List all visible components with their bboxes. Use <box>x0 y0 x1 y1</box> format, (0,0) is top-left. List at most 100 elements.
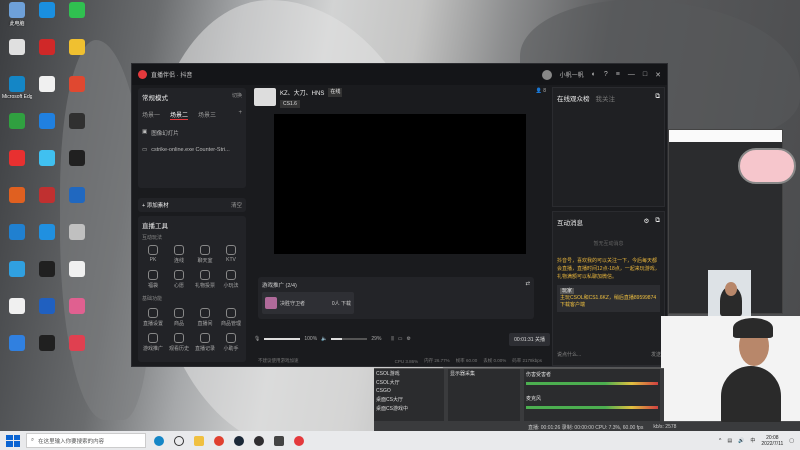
chevron-up-icon[interactable]: ^ <box>719 438 721 444</box>
desktop-icon[interactable] <box>62 298 92 332</box>
equalizer-icon[interactable]: ⫼ <box>391 336 393 342</box>
settings-icon[interactable]: ⚙ <box>406 336 410 342</box>
steam-icon[interactable] <box>234 435 244 446</box>
title-bar[interactable]: 直播伴侣 · 抖音 小帆一帆 ◐ ? ≡ — □ ✕ <box>132 64 667 85</box>
desktop-icon[interactable] <box>2 298 32 332</box>
stream-preview[interactable] <box>274 114 526 254</box>
tool-item[interactable]: 观看历史 <box>166 333 192 352</box>
live-companion-icon[interactable] <box>294 435 304 446</box>
desktop-icon[interactable] <box>62 76 92 110</box>
category-tag[interactable]: CS1.6 <box>280 100 300 108</box>
desktop-icon[interactable] <box>62 261 92 295</box>
mic-volume-slider[interactable] <box>264 338 301 340</box>
windows-start-icon[interactable] <box>6 434 20 447</box>
network-icon[interactable]: ▤ <box>727 438 732 444</box>
avatar[interactable] <box>541 69 552 80</box>
settings-icon[interactable]: ⚙ <box>644 217 650 227</box>
desktop-icon[interactable] <box>32 39 62 73</box>
desktop-icon[interactable] <box>62 113 92 147</box>
desktop-icon[interactable] <box>2 113 32 147</box>
desktop-icon[interactable]: 此电脑 <box>2 2 32 36</box>
obs-icon[interactable] <box>254 435 264 446</box>
desktop-icon[interactable] <box>32 2 62 36</box>
camera-icon[interactable]: ▭ <box>398 336 403 342</box>
obs-scene-item[interactable]: 桌面CS大厅 <box>374 395 444 404</box>
obs-scene-item[interactable]: 桌面CS游戏中 <box>374 404 444 413</box>
maximize-icon[interactable]: □ <box>643 71 647 78</box>
obs-scene-list[interactable]: CSOL游戏 CSOL大厅 CSGO 桌面CS大厅 桌面CS游戏中 <box>374 369 444 421</box>
send-button[interactable]: 发送 <box>651 351 661 361</box>
clear-button[interactable]: 清空 <box>231 201 242 209</box>
desktop-icon[interactable] <box>2 261 32 295</box>
desktop-icon[interactable] <box>32 76 62 110</box>
tab-fans[interactable]: 我关注 <box>596 93 616 103</box>
streamer-avatar[interactable] <box>254 88 276 106</box>
tool-item[interactable]: 直播记录 <box>192 333 218 352</box>
close-icon[interactable]: ✕ <box>655 71 661 79</box>
chrome-icon[interactable] <box>214 435 224 446</box>
desktop-icon[interactable] <box>62 224 92 258</box>
notification-icon[interactable]: ▢ <box>789 438 794 444</box>
obs-scene-item[interactable]: CSOL游戏 <box>374 369 444 378</box>
obs-source-list[interactable]: 显示器采集 <box>448 369 520 421</box>
desktop-icon[interactable] <box>32 335 62 369</box>
tool-item[interactable]: 连线 <box>166 245 192 264</box>
menu-icon[interactable]: ≡ <box>616 71 620 78</box>
language-indicator[interactable]: 中 <box>750 437 755 444</box>
tool-item[interactable]: 商品 <box>166 308 192 327</box>
swap-icon[interactable]: ⇄ <box>525 281 530 289</box>
game-icon[interactable] <box>274 435 284 446</box>
tool-item[interactable]: 心愿 <box>166 270 192 289</box>
desktop-icon[interactable] <box>62 150 92 184</box>
tool-item[interactable]: 小助手 <box>218 333 244 352</box>
tab-scene-3[interactable]: 场景三 <box>198 110 216 120</box>
desktop-icon[interactable] <box>32 150 62 184</box>
speaker-volume-slider[interactable] <box>331 338 368 340</box>
help-icon[interactable]: ? <box>604 71 608 78</box>
desktop-icon[interactable] <box>32 113 62 147</box>
source-row[interactable]: ▭ cstrike-online.exe Counter-Stri... <box>138 142 246 158</box>
obs-scene-item[interactable]: CSGO <box>374 387 444 395</box>
add-scene-icon[interactable]: + <box>238 110 242 120</box>
end-live-button[interactable]: 00:01:31 关播 <box>509 332 550 346</box>
desktop-icon[interactable] <box>2 150 32 184</box>
speaker-icon[interactable]: 🔈 <box>321 336 327 342</box>
popout-icon[interactable]: ⧉ <box>655 93 660 103</box>
desktop-icon[interactable] <box>2 335 32 369</box>
desktop-icon[interactable] <box>62 2 92 36</box>
mode-switch-button[interactable]: 切换 <box>232 92 242 102</box>
volume-icon[interactable]: 🔊 <box>738 438 744 444</box>
desktop-icon[interactable] <box>32 224 62 258</box>
tool-item[interactable]: 商品管理 <box>218 308 244 327</box>
tool-item[interactable]: KTV <box>218 245 244 264</box>
source-row[interactable]: ▣ 图像幻灯片 <box>138 124 246 142</box>
explorer-icon[interactable] <box>194 435 204 446</box>
tab-audience[interactable]: 在线观众榜 <box>557 93 590 103</box>
mic-icon[interactable]: 🎙 <box>254 336 260 342</box>
desktop-icon[interactable] <box>32 261 62 295</box>
obs-scene-item[interactable]: CSOL大厅 <box>374 378 444 387</box>
desktop-icon[interactable] <box>2 224 32 258</box>
username[interactable]: 小帆一帆 <box>560 70 584 79</box>
edge-icon[interactable] <box>154 435 164 446</box>
desktop-icon[interactable] <box>62 335 92 369</box>
headset-icon[interactable]: ◐ <box>592 71 596 78</box>
promo-game-item[interactable]: 决胜守卫者 0人 下载 <box>262 292 354 314</box>
desktop-icon[interactable]: Microsoft Edge <box>2 76 32 110</box>
desktop-icon[interactable] <box>32 187 62 221</box>
desktop-icon[interactable] <box>62 39 92 73</box>
live-companion-window[interactable]: 直播伴侣 · 抖音 小帆一帆 ◐ ? ≡ — □ ✕ 常规模式 切换 场景一 场… <box>131 63 668 367</box>
chat-input[interactable]: 说点什么... 发送 <box>557 351 661 361</box>
clock[interactable]: 20:08 2022/7/11 <box>761 435 783 447</box>
tool-item[interactable]: 小玩法 <box>218 270 244 289</box>
task-view-icon[interactable] <box>174 435 184 446</box>
tool-item[interactable]: 聊天室 <box>192 245 218 264</box>
add-source-button[interactable]: + 添加素材 <box>142 201 169 209</box>
tool-item[interactable]: 游戏推广 <box>140 333 166 352</box>
minimize-icon[interactable]: — <box>628 71 635 78</box>
desktop-icon[interactable] <box>2 187 32 221</box>
popout-icon[interactable]: ⧉ <box>655 217 660 227</box>
obs-source-item[interactable]: 显示器采集 <box>448 369 520 378</box>
desktop-icon[interactable] <box>32 298 62 332</box>
taskbar-search[interactable]: ⌕ 在这里输入你要搜索的内容 <box>26 433 146 448</box>
